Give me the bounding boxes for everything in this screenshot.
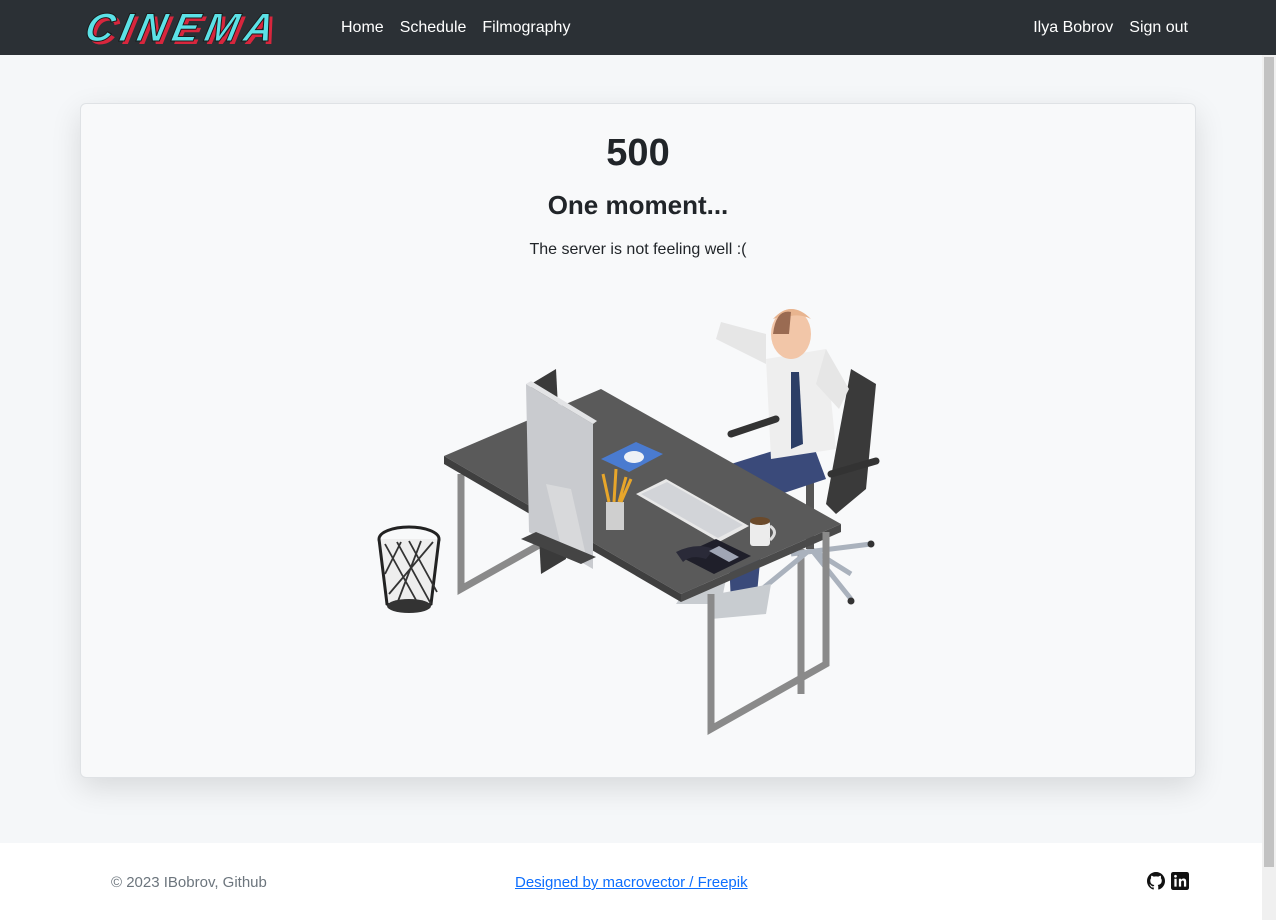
error-card: 500 One moment... The server is not feel… xyxy=(80,103,1196,778)
user-name-link[interactable]: Ilya Bobrov xyxy=(1033,19,1113,37)
main-nav: Home Schedule Filmography xyxy=(341,0,570,55)
nav-link-home[interactable]: Home xyxy=(341,19,384,37)
mouse-icon xyxy=(624,451,644,463)
nav-link-schedule[interactable]: Schedule xyxy=(400,19,467,37)
user-nav: Ilya Bobrov Sign out xyxy=(1033,0,1188,55)
footer: © 2023 IBobrov, Github Designed by macro… xyxy=(0,843,1262,920)
github-icon[interactable] xyxy=(1147,872,1165,890)
error-title: One moment... xyxy=(547,190,729,220)
waste-basket-icon xyxy=(377,525,441,613)
office-desk-illustration xyxy=(377,309,880,735)
navbar: CINEMA CINEMA Home Schedule Filmography … xyxy=(0,0,1276,55)
error-code: 500 xyxy=(606,132,670,174)
linkedin-icon[interactable] xyxy=(1171,872,1189,890)
social-links xyxy=(1147,872,1189,890)
error-message: The server is not feeling well :( xyxy=(529,241,747,258)
freepik-credit-link[interactable]: Designed by macrovector / Freepik xyxy=(515,874,748,891)
sign-out-link[interactable]: Sign out xyxy=(1129,19,1188,37)
nav-link-filmography[interactable]: Filmography xyxy=(482,19,570,37)
svg-text:CINEMA: CINEMA xyxy=(81,4,284,49)
cinema-logo[interactable]: CINEMA CINEMA xyxy=(80,4,312,50)
copyright-text: © 2023 IBobrov, Github xyxy=(111,874,267,891)
scrollbar-thumb[interactable] xyxy=(1264,57,1274,867)
